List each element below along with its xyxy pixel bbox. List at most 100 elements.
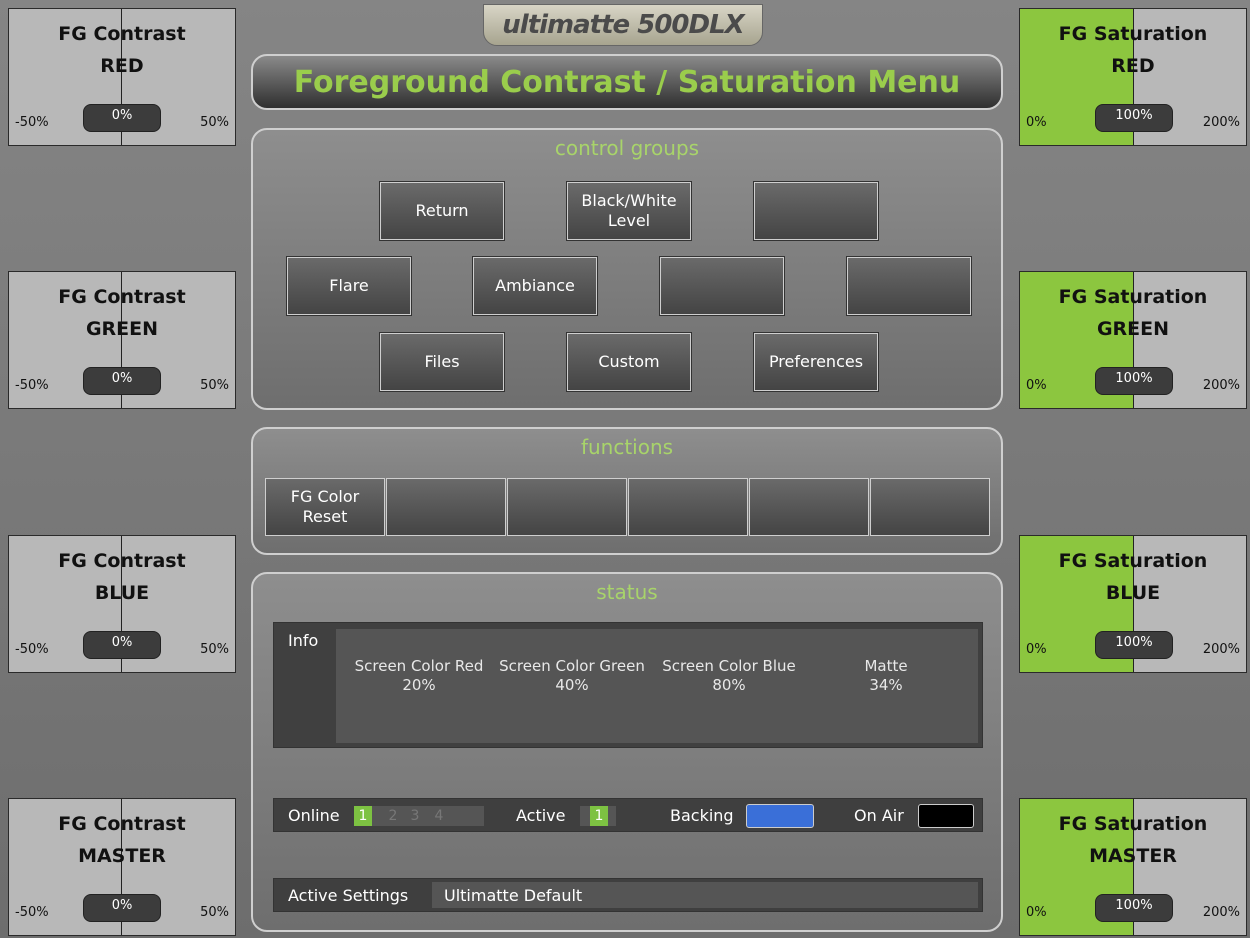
knob-channel: BLUE <box>1105 582 1161 604</box>
knob-min: 0% <box>1026 378 1047 393</box>
knob-fg-contrast-green[interactable]: FG Contrast GREEN -50% 0% 50% <box>8 271 236 409</box>
knob-value[interactable]: 0% <box>83 104 161 132</box>
matte-value: 34% <box>869 676 903 694</box>
fg-color-reset-button[interactable]: FG Color Reset <box>265 478 385 536</box>
knob-fg-saturation-green[interactable]: FG Saturation GREEN 0% 100% 200% <box>1019 271 1247 409</box>
knob-label: FG Contrast <box>58 286 186 308</box>
knob-channel: MASTER <box>1089 845 1177 867</box>
screen-color-red-value: 20% <box>402 676 436 694</box>
knob-fg-contrast-red[interactable]: FG Contrast RED -50% 0% 50% <box>8 8 236 146</box>
empty-group-button[interactable] <box>754 182 878 240</box>
active-indicator: 1 <box>580 806 616 826</box>
empty-function-button[interactable] <box>628 478 748 536</box>
knob-value[interactable]: 100% <box>1095 631 1173 659</box>
screen-color-green-label: Screen Color Green <box>499 657 645 675</box>
black-white-level-button[interactable]: Black/White Level <box>567 182 691 240</box>
screen-color-blue-label: Screen Color Blue <box>662 657 796 675</box>
knob-min: -50% <box>15 905 49 920</box>
custom-button[interactable]: Custom <box>567 333 691 391</box>
functions-heading: functions <box>580 435 674 459</box>
knob-label: FG Contrast <box>58 813 186 835</box>
active-settings-field: Ultimatte Default <box>432 882 978 908</box>
online-unit-2: 2 <box>388 808 398 824</box>
active-settings-value: Ultimatte Default <box>444 886 583 905</box>
knob-value[interactable]: 0% <box>83 894 161 922</box>
status-indicator-bar: Online 1 2 3 4 Active 1 Backing On Air <box>273 798 983 832</box>
empty-group-button[interactable] <box>847 257 971 315</box>
backing-color-swatch <box>746 804 814 828</box>
preferences-button[interactable]: Preferences <box>754 333 878 391</box>
active-settings-label: Active Settings <box>288 886 409 905</box>
empty-function-button[interactable] <box>507 478 627 536</box>
screen-color-blue-value: 80% <box>712 676 746 694</box>
knob-fg-saturation-red[interactable]: FG Saturation RED 0% 100% 200% <box>1019 8 1247 146</box>
knob-label: FG Contrast <box>58 550 186 572</box>
knob-max: 200% <box>1202 642 1240 657</box>
online-unit-3: 3 <box>410 808 420 824</box>
screen-color-green: Screen Color Green 40% <box>497 657 647 695</box>
knob-fg-contrast-master[interactable]: FG Contrast MASTER -50% 0% 50% <box>8 798 236 936</box>
knob-min: 0% <box>1026 905 1047 920</box>
knob-max: 50% <box>200 378 229 393</box>
knob-max: 50% <box>200 905 229 920</box>
knob-max: 50% <box>200 115 229 130</box>
empty-function-button[interactable] <box>749 478 869 536</box>
status-panel: status Info Screen Color Red 20% Screen C… <box>251 572 1003 932</box>
knob-fg-saturation-master[interactable]: FG Saturation MASTER 0% 100% 200% <box>1019 798 1247 936</box>
screen-color-green-value: 40% <box>555 676 589 694</box>
screen-color-red-label: Screen Color Red <box>354 657 484 675</box>
empty-function-button[interactable] <box>870 478 990 536</box>
files-button[interactable]: Files <box>380 333 504 391</box>
screen-color-red: Screen Color Red 20% <box>344 657 494 695</box>
page-title: Foreground Contrast / Saturation Menu <box>293 64 961 100</box>
knob-value[interactable]: 0% <box>83 367 161 395</box>
brand-logo: ultimatte 500DLX <box>483 4 763 46</box>
knob-channel: RED <box>100 55 144 77</box>
knob-max: 200% <box>1202 115 1240 130</box>
functions-panel: functions FG Color Reset <box>251 427 1003 555</box>
knob-label: FG Saturation <box>1058 550 1208 572</box>
online-unit-1: 1 <box>354 806 372 826</box>
knob-channel: MASTER <box>78 845 166 867</box>
active-label: Active <box>516 806 566 825</box>
knob-value[interactable]: 0% <box>83 631 161 659</box>
backing-label: Backing <box>670 806 734 825</box>
active-unit: 1 <box>590 806 608 826</box>
on-air-label: On Air <box>854 806 904 825</box>
flare-button[interactable]: Flare <box>287 257 411 315</box>
knob-label: FG Saturation <box>1058 23 1208 45</box>
empty-function-button[interactable] <box>386 478 506 536</box>
online-unit-4: 4 <box>434 808 444 824</box>
control-groups-heading: control groups <box>554 136 700 160</box>
knob-min: -50% <box>15 642 49 657</box>
control-groups-panel: control groups Return Black/White Level … <box>251 128 1003 410</box>
ambiance-button[interactable]: Ambiance <box>473 257 597 315</box>
return-button[interactable]: Return <box>380 182 504 240</box>
menu-title-bar: Foreground Contrast / Saturation Menu <box>251 54 1003 110</box>
matte: Matte 34% <box>811 657 961 695</box>
knob-value[interactable]: 100% <box>1095 104 1173 132</box>
knob-fg-contrast-blue[interactable]: FG Contrast BLUE -50% 0% 50% <box>8 535 236 673</box>
knob-channel: RED <box>1111 55 1155 77</box>
knob-label: FG Saturation <box>1058 813 1208 835</box>
online-label: Online <box>288 806 340 825</box>
screen-color-blue: Screen Color Blue 80% <box>654 657 804 695</box>
knob-channel: GREEN <box>1096 318 1170 340</box>
knob-max: 50% <box>200 642 229 657</box>
knob-max: 200% <box>1202 905 1240 920</box>
knob-channel: BLUE <box>94 582 150 604</box>
status-heading: status <box>596 580 658 604</box>
knob-min: -50% <box>15 378 49 393</box>
knob-value[interactable]: 100% <box>1095 367 1173 395</box>
brand-logo-text: ultimatte 500DLX <box>502 10 744 40</box>
active-settings-bar: Active Settings Ultimatte Default <box>273 878 983 912</box>
knob-value[interactable]: 100% <box>1095 894 1173 922</box>
knob-max: 200% <box>1202 378 1240 393</box>
info-content: Screen Color Red 20% Screen Color Green 40… <box>336 629 978 743</box>
on-air-indicator <box>918 804 974 828</box>
knob-fg-saturation-blue[interactable]: FG Saturation BLUE 0% 100% 200% <box>1019 535 1247 673</box>
empty-group-button[interactable] <box>660 257 784 315</box>
knob-min: 0% <box>1026 642 1047 657</box>
info-label: Info <box>288 631 319 650</box>
info-box: Info Screen Color Red 20% Screen Color Gr… <box>273 622 983 748</box>
